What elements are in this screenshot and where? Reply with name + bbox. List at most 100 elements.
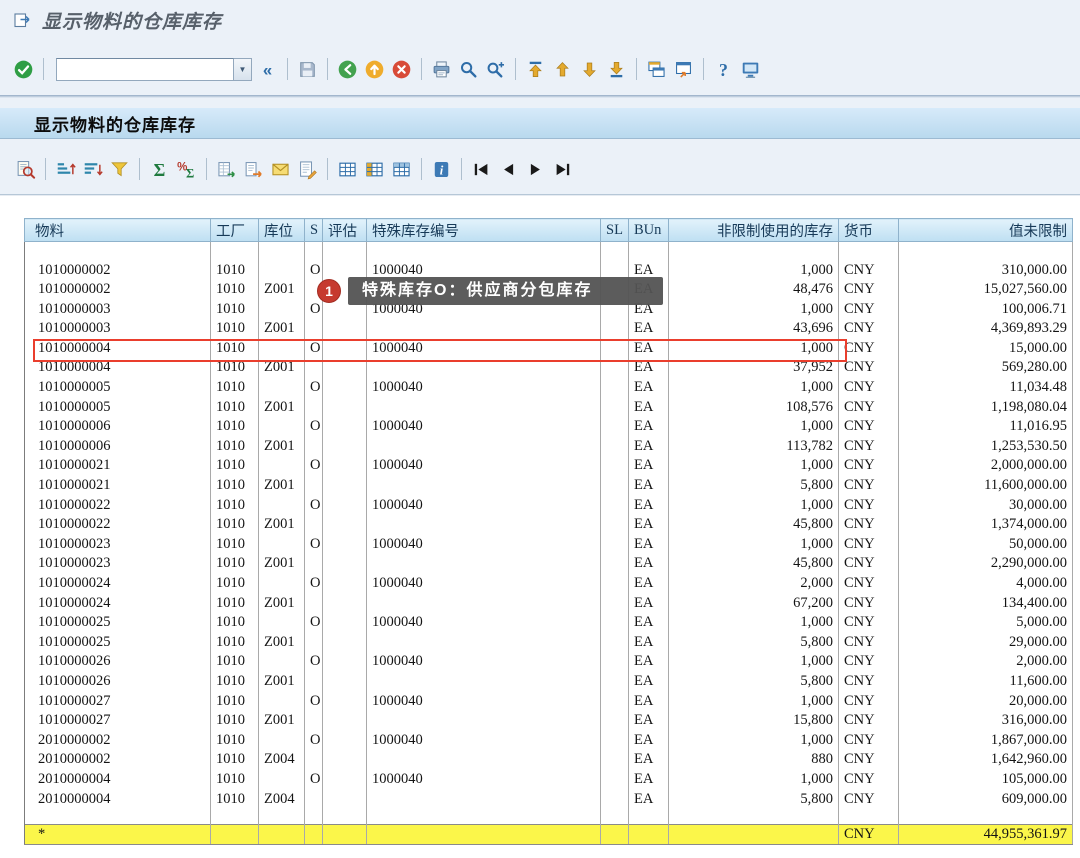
total-cell-base_unit[interactable]: [629, 824, 669, 845]
cell-unrestricted_stock[interactable]: 1,000: [669, 417, 839, 437]
cell-unrestricted_stock[interactable]: 67,200: [669, 594, 839, 614]
cell-sl[interactable]: [601, 790, 629, 810]
cell-sl[interactable]: [601, 280, 629, 300]
cell-special_stock_number[interactable]: 1000040: [367, 535, 601, 555]
cell-value_unrestricted[interactable]: 30,000.00: [899, 496, 1073, 516]
cell-valuation[interactable]: [323, 358, 367, 378]
cell-special_stock_indicator[interactable]: O: [305, 300, 323, 320]
cell-base_unit[interactable]: EA: [629, 574, 669, 594]
cell-sl[interactable]: [601, 398, 629, 418]
cell-material[interactable]: 1010000026: [25, 652, 211, 672]
cell-special_stock_number[interactable]: 1000040: [367, 300, 601, 320]
find-next-icon[interactable]: [482, 57, 509, 82]
cell-valuation[interactable]: [323, 692, 367, 712]
cell-plant[interactable]: 1010: [211, 535, 259, 555]
chevron-down-icon[interactable]: ▼: [234, 58, 252, 81]
cell-value_unrestricted[interactable]: 1,253,530.50: [899, 437, 1073, 457]
cell-value_unrestricted[interactable]: 100,006.71: [899, 300, 1073, 320]
cell-currency[interactable]: CNY: [839, 476, 899, 496]
cell-sl[interactable]: [601, 554, 629, 574]
cell-special_stock_number[interactable]: 1000040: [367, 770, 601, 790]
cell-base_unit[interactable]: EA: [629, 300, 669, 320]
cell-valuation[interactable]: [323, 672, 367, 692]
cell-base_unit[interactable]: EA: [629, 515, 669, 535]
total-cell-material[interactable]: *: [25, 824, 211, 845]
cell-valuation[interactable]: [323, 731, 367, 751]
cell-plant[interactable]: 1010: [211, 633, 259, 653]
cell-currency[interactable]: CNY: [839, 339, 899, 359]
cell-sl[interactable]: [601, 437, 629, 457]
cell-sl[interactable]: [601, 652, 629, 672]
cell-special_stock_number[interactable]: 1000040: [367, 261, 601, 281]
cell-special_stock_indicator[interactable]: [305, 319, 323, 339]
cell-value_unrestricted[interactable]: 11,034.48: [899, 378, 1073, 398]
cell-plant[interactable]: 1010: [211, 692, 259, 712]
cell-value_unrestricted[interactable]: 5,000.00: [899, 613, 1073, 633]
cell-currency[interactable]: CNY: [839, 633, 899, 653]
cell-currency[interactable]: CNY: [839, 417, 899, 437]
cell-value_unrestricted[interactable]: 2,000,000.00: [899, 456, 1073, 476]
cell-sl[interactable]: [601, 496, 629, 516]
cell-sl[interactable]: [601, 613, 629, 633]
cell-special_stock_number[interactable]: [367, 398, 601, 418]
cell-sl[interactable]: [601, 711, 629, 731]
cell-currency[interactable]: CNY: [839, 770, 899, 790]
back-icon[interactable]: [334, 57, 361, 82]
mean-icon[interactable]: %Σ: [173, 157, 200, 182]
cell-special_stock_number[interactable]: [367, 280, 601, 300]
info-icon[interactable]: i: [428, 157, 455, 182]
cell-valuation[interactable]: [323, 456, 367, 476]
column-header-plant[interactable]: 工厂: [211, 219, 259, 242]
cell-storage_location[interactable]: Z001: [259, 594, 305, 614]
cell-material[interactable]: 1010000021: [25, 456, 211, 476]
cell-sl[interactable]: [601, 261, 629, 281]
cell-base_unit[interactable]: EA: [629, 496, 669, 516]
cell-special_stock_indicator[interactable]: O: [305, 261, 323, 281]
cell-unrestricted_stock[interactable]: 5,800: [669, 476, 839, 496]
cell-base_unit[interactable]: EA: [629, 476, 669, 496]
first-page-icon[interactable]: [522, 57, 549, 82]
cell-valuation[interactable]: [323, 790, 367, 810]
cell-base_unit[interactable]: EA: [629, 261, 669, 281]
nav-previous-icon[interactable]: [495, 157, 522, 182]
collapse-icon[interactable]: «: [254, 57, 281, 82]
cell-currency[interactable]: CNY: [839, 515, 899, 535]
cell-valuation[interactable]: [323, 300, 367, 320]
cell-base_unit[interactable]: EA: [629, 319, 669, 339]
cell-unrestricted_stock[interactable]: 1,000: [669, 456, 839, 476]
cell-value_unrestricted[interactable]: 20,000.00: [899, 692, 1073, 712]
cell-special_stock_number[interactable]: [367, 515, 601, 535]
nav-first-icon[interactable]: [468, 157, 495, 182]
cell-base_unit[interactable]: EA: [629, 398, 669, 418]
cell-material[interactable]: 1010000022: [25, 496, 211, 516]
cell-sl[interactable]: [601, 731, 629, 751]
cell-currency[interactable]: CNY: [839, 750, 899, 770]
cell-storage_location[interactable]: Z004: [259, 790, 305, 810]
cell-value_unrestricted[interactable]: 4,369,893.29: [899, 319, 1073, 339]
grid-view-icon[interactable]: [334, 157, 361, 182]
cell-special_stock_indicator[interactable]: [305, 476, 323, 496]
change-layout-icon[interactable]: [361, 157, 388, 182]
cell-plant[interactable]: 1010: [211, 300, 259, 320]
column-header-unrestricted_stock[interactable]: 非限制使用的库存: [669, 219, 839, 242]
cell-base_unit[interactable]: EA: [629, 770, 669, 790]
cell-unrestricted_stock[interactable]: 15,800: [669, 711, 839, 731]
cell-value_unrestricted[interactable]: 2,000.00: [899, 652, 1073, 672]
cell-base_unit[interactable]: EA: [629, 692, 669, 712]
cell-special_stock_indicator[interactable]: [305, 672, 323, 692]
cell-unrestricted_stock[interactable]: 1,000: [669, 731, 839, 751]
cell-special_stock_indicator[interactable]: [305, 750, 323, 770]
cell-base_unit[interactable]: EA: [629, 437, 669, 457]
cell-currency[interactable]: CNY: [839, 378, 899, 398]
cell-unrestricted_stock[interactable]: 1,000: [669, 613, 839, 633]
cell-base_unit[interactable]: EA: [629, 378, 669, 398]
cell-material[interactable]: 1010000002: [25, 280, 211, 300]
cell-storage_location[interactable]: [259, 770, 305, 790]
total-cell-value_unrestricted[interactable]: 44,955,361.97: [899, 824, 1073, 845]
cell-plant[interactable]: 1010: [211, 261, 259, 281]
cell-unrestricted_stock[interactable]: 1,000: [669, 496, 839, 516]
column-header-storage_location[interactable]: 库位: [259, 219, 305, 242]
cell-material[interactable]: 1010000005: [25, 398, 211, 418]
cell-special_stock_indicator[interactable]: [305, 594, 323, 614]
local-file-icon[interactable]: [213, 157, 240, 182]
